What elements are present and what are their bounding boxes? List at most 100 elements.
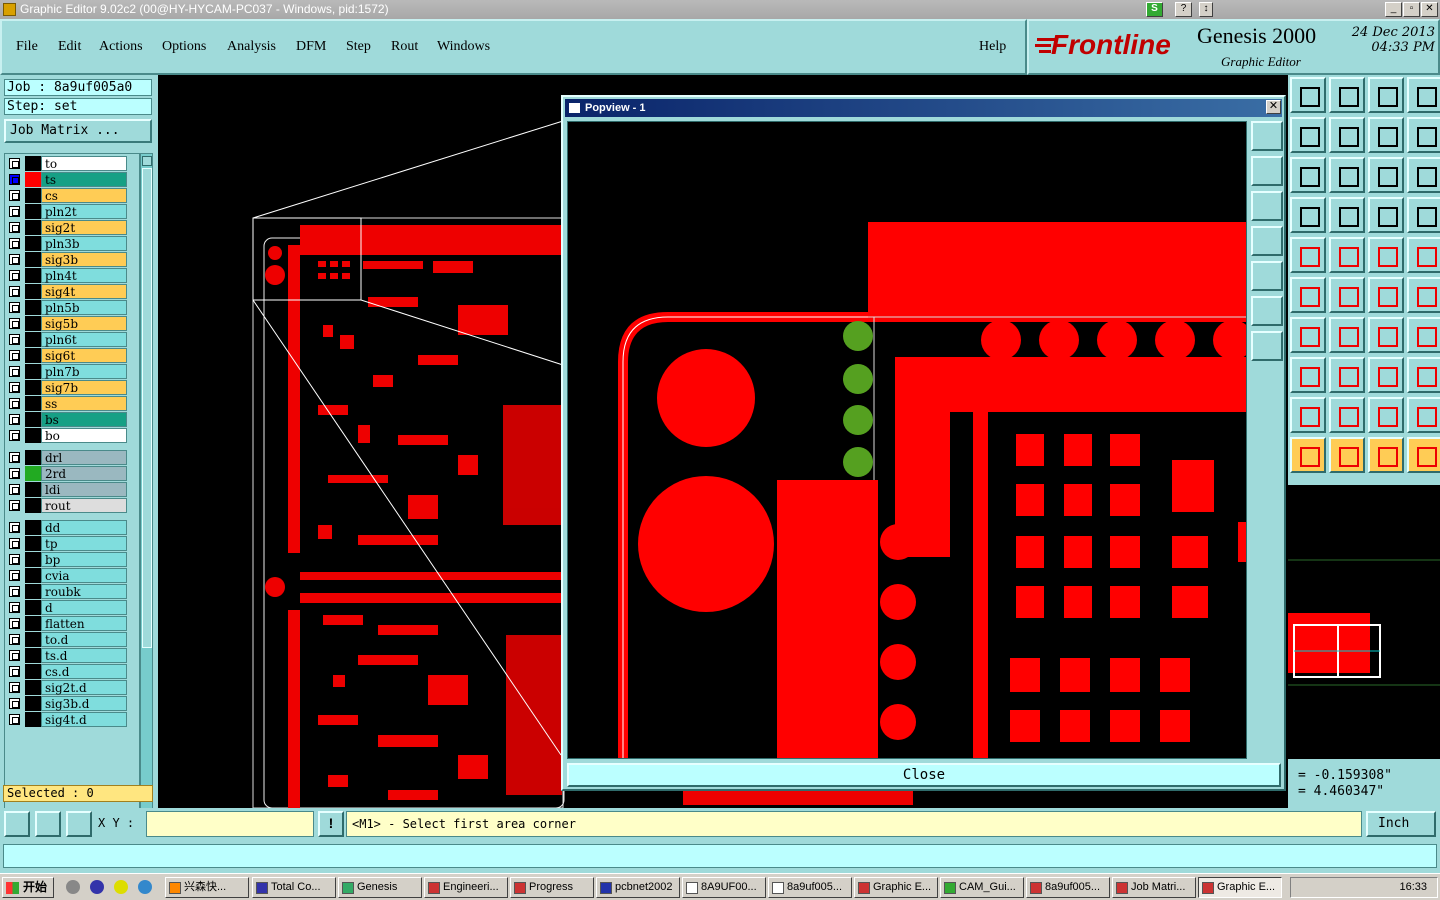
layer-row-sig3b-d[interactable]: sig3b.d [7,696,127,711]
zoom-window-tool-icon[interactable] [1329,77,1365,113]
group-tool-icon[interactable] [1407,357,1440,393]
layer-checkbox[interactable] [9,238,20,249]
layer-color-swatch[interactable] [25,616,41,631]
layer-color-swatch[interactable] [25,712,41,727]
home-view-tool-icon[interactable] [1290,77,1326,113]
layer-row-sig5b[interactable]: sig5b [7,316,127,331]
layer-color-swatch[interactable] [25,204,41,219]
rotate-tool-icon[interactable] [1368,317,1404,353]
query-tool-icon[interactable] [1407,157,1440,193]
quick-launch-icon[interactable] [138,880,152,894]
layer-color-swatch[interactable] [25,300,41,315]
layer-row-ts-d[interactable]: ts.d [7,648,127,663]
layer-name[interactable]: sig2t [41,220,127,235]
line-tool-icon[interactable] [1329,357,1365,393]
layer-checkbox[interactable] [9,334,20,345]
layer-checkbox[interactable] [9,554,20,565]
layer-name[interactable]: sig6t [41,348,127,363]
layer-compare-tool-icon[interactable] [1368,197,1404,233]
layer-row-cs[interactable]: cs [7,188,127,203]
layer-checkbox[interactable] [9,382,20,393]
layer-name[interactable]: pln7b [41,364,127,379]
connect-tool-icon[interactable] [1290,277,1326,313]
layer-name[interactable]: rout [41,498,127,513]
taskbar-item[interactable]: Job Matri... [1112,877,1196,898]
menu-step[interactable]: Step [346,39,371,55]
popview-canvas[interactable] [567,121,1247,759]
layer-row-ldi[interactable]: ldi [7,482,127,497]
layer-row-sig2t[interactable]: sig2t [7,220,127,235]
layer-name[interactable]: dd [41,520,127,535]
layer-name[interactable]: pln6t [41,332,127,347]
pv-pan-tool[interactable] [1251,331,1283,361]
layer-name[interactable]: cs [41,188,127,203]
line-draw-tool-icon[interactable] [1329,237,1365,273]
menu-options[interactable]: Options [162,39,206,55]
scroll-arrows-icon[interactable]: ↕ [1199,2,1213,17]
layer-name[interactable]: pln4t [41,268,127,283]
layer-row-roubk[interactable]: roubk [7,584,127,599]
zoom-next-tool-icon[interactable] [1329,117,1365,153]
layer-row-sig6t[interactable]: sig6t [7,348,127,363]
taskbar-item[interactable]: Progress [510,877,594,898]
grid-tool-icon[interactable] [66,811,92,837]
pv-zoom-back-tool[interactable] [1251,226,1283,256]
layer-checkbox[interactable] [9,302,20,313]
taskbar-item[interactable]: 8a9uf005... [768,877,852,898]
pointer-select-tool-icon[interactable] [1368,437,1404,473]
zoom-prev-tool-icon[interactable] [1290,117,1326,153]
layer-row-ss[interactable]: ss [7,396,127,411]
ruler-tool-icon[interactable] [1368,237,1404,273]
layer-row-cs-d[interactable]: cs.d [7,664,127,679]
layer-checkbox[interactable] [9,174,20,185]
layer-color-swatch[interactable] [25,348,41,363]
layer-color-swatch[interactable] [25,552,41,567]
layer-checkbox[interactable] [9,158,20,169]
layer-checkbox[interactable] [9,350,20,361]
net-tool-icon[interactable] [1368,277,1404,313]
layer-checkbox[interactable] [9,414,20,425]
menu-windows[interactable]: Windows [437,39,490,55]
layer-color-swatch[interactable] [25,284,41,299]
layer-color-swatch[interactable] [25,220,41,235]
dimension-tool-icon[interactable] [1368,357,1404,393]
layer-name[interactable]: pln5b [41,300,127,315]
measure-tool-icon[interactable] [35,811,61,837]
outline-tool-icon[interactable] [1329,397,1365,433]
layer-color-swatch[interactable] [25,520,41,535]
menu-rout[interactable]: Rout [391,39,418,55]
layer-row-sig7b[interactable]: sig7b [7,380,127,395]
s-tray-icon[interactable]: S [1146,2,1163,17]
taskbar-item[interactable]: Graphic E... [854,877,938,898]
layer-checkbox[interactable] [9,570,20,581]
grid-display-tool-icon[interactable] [1329,197,1365,233]
layer-row-bs[interactable]: bs [7,412,127,427]
align-tool-icon[interactable] [1407,317,1440,353]
mirror-tool-icon[interactable] [1368,117,1404,153]
settings-tool-icon[interactable] [1290,197,1326,233]
layer-color-swatch[interactable] [25,584,41,599]
layer-name[interactable]: sig3b [41,252,127,267]
fit-tool-icon[interactable] [1290,157,1326,193]
layer-name[interactable]: to.d [41,632,127,647]
layer-color-swatch[interactable] [25,188,41,203]
net-highlight-tool-icon[interactable] [1407,277,1440,313]
arch-alt-tool-icon[interactable] [1407,397,1440,433]
menu-file[interactable]: File [16,39,38,55]
menu-actions[interactable]: Actions [99,39,143,55]
taskbar-item[interactable]: Engineeri... [424,877,508,898]
layer-color-swatch[interactable] [25,450,41,465]
layer-checkbox[interactable] [9,650,20,661]
pan-tool-icon[interactable] [1407,117,1440,153]
layer-name[interactable]: 2rd [41,466,127,481]
layer-color-swatch[interactable] [25,482,41,497]
layer-color-swatch[interactable] [25,664,41,679]
layer-name[interactable]: roubk [41,584,127,599]
scroll-thumb[interactable] [142,168,152,648]
layer-name[interactable]: sig4t.d [41,712,127,727]
layer-name[interactable]: cvia [41,568,127,583]
menu-analysis[interactable]: Analysis [227,39,276,55]
layer-row-dd[interactable]: dd [7,520,127,535]
select-feature-tool-icon[interactable] [1290,237,1326,273]
layer-color-swatch[interactable] [25,252,41,267]
